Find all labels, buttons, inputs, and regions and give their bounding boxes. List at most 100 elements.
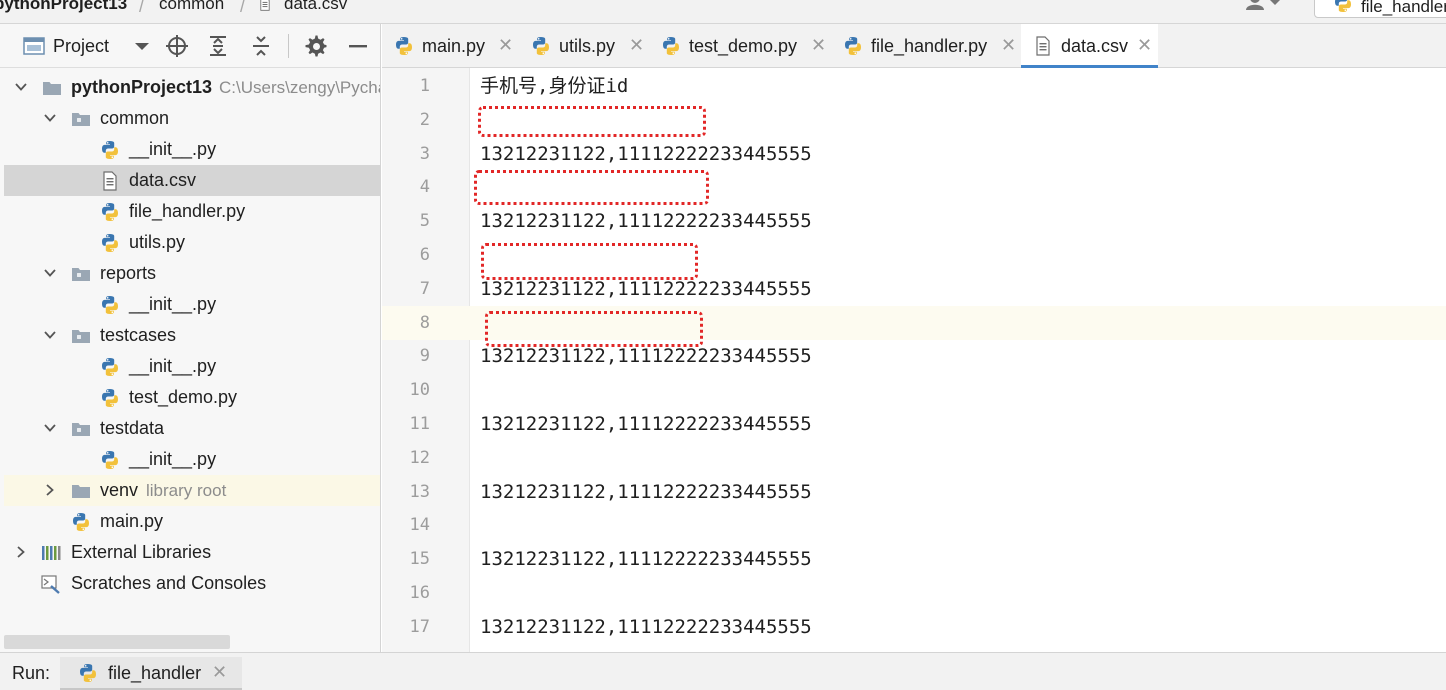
text-file-icon [1033, 36, 1053, 56]
chevron-right-icon[interactable] [14, 545, 28, 559]
chevron-down-icon[interactable] [130, 34, 154, 58]
tab-test-demo-py[interactable]: test_demo.py ✕ [649, 24, 831, 68]
line-number: 8 [382, 305, 432, 340]
code-line[interactable]: 16 [382, 576, 1446, 610]
python-icon [78, 663, 98, 683]
line-number: 7 [419, 278, 430, 299]
text-file-icon [100, 171, 120, 191]
breadcrumb-folder[interactable]: common [159, 0, 224, 14]
tab-label: data.csv [1061, 36, 1129, 56]
tree-item[interactable]: testcases [4, 320, 380, 351]
tree-item-label: testdata [100, 418, 165, 438]
line-number: 3 [419, 143, 430, 164]
line-text: 手机号,身份证id [480, 75, 629, 97]
chevron-down-icon[interactable] [43, 421, 57, 435]
chevron-down-icon[interactable] [43, 266, 57, 280]
tree-item[interactable]: External Libraries [4, 537, 380, 568]
tree-item[interactable]: file_handler.py [4, 196, 380, 227]
folder-icon [71, 326, 91, 346]
line-number: 11 [409, 414, 430, 434]
minimize-icon[interactable] [346, 34, 370, 58]
expand-all-icon[interactable] [206, 34, 230, 58]
tree-item-label: data.csv [129, 170, 197, 190]
breadcrumb-project[interactable]: pythonProject13 [0, 0, 127, 14]
tab-data-csv[interactable]: data.csv ✕ [1021, 24, 1158, 68]
tree-item[interactable]: venv library root [4, 475, 380, 506]
code-line[interactable]: 11 13212231122,11112222233445555 [382, 407, 1446, 441]
python-file-icon [100, 233, 120, 253]
tab-main-py[interactable]: main.py ✕ [382, 24, 519, 68]
code-line[interactable]: 10 [382, 373, 1446, 407]
close-icon[interactable]: ✕ [811, 35, 826, 56]
run-tool-window-bar: Run: file_handler ✕ [0, 652, 1446, 690]
python-file-icon [71, 512, 91, 532]
editor-tab-bar: main.py ✕ utils.py ✕ test_demo.py ✕ file_handl… [382, 24, 1446, 68]
close-icon[interactable]: ✕ [498, 35, 513, 56]
tab-utils-py[interactable]: utils.py ✕ [519, 24, 649, 68]
tree-item[interactable]: common [4, 103, 380, 134]
tree-item[interactable]: __init__.py [4, 444, 380, 475]
code-line[interactable]: 15 13212231122,11112222233445555 [382, 542, 1446, 576]
tree-item-label: utils.py [129, 232, 186, 252]
run-configuration-selector[interactable]: file_handler [1314, 0, 1446, 18]
project-view-title[interactable]: Project [53, 36, 109, 57]
close-icon[interactable]: ✕ [1001, 35, 1016, 56]
chevron-right-icon[interactable] [43, 483, 57, 497]
chevron-down-icon[interactable] [43, 328, 57, 342]
close-icon[interactable]: ✕ [629, 35, 644, 56]
tab-file-handler-py[interactable]: file_handler.py ✕ [831, 24, 1021, 68]
tree-item[interactable]: data.csv [4, 165, 380, 196]
code-line[interactable]: 1 手机号,身份证id [382, 69, 1446, 103]
line-number: 4 [419, 177, 430, 198]
gear-icon[interactable] [304, 34, 328, 58]
tree-item[interactable]: __init__.py [4, 351, 380, 382]
tree-item-label: reports [100, 263, 157, 283]
code-line[interactable]: 14 [382, 508, 1446, 542]
tree-item[interactable]: __init__.py [4, 134, 380, 165]
chevron-down-icon[interactable] [43, 111, 57, 125]
tree-item[interactable]: testdata [4, 413, 380, 444]
tree-item-label: __init__.py [129, 139, 217, 159]
editor[interactable]: 1 手机号,身份证id 2 3 13212231122,1111222223344555… [382, 68, 1446, 652]
tree-item[interactable]: Scratches and Consoles [4, 568, 380, 599]
tree-item-label: Scratches and Consoles [71, 573, 267, 593]
run-tab[interactable]: file_handler ✕ [60, 657, 242, 690]
breadcrumb-separator: / [240, 0, 246, 16]
tree-item[interactable]: utils.py [4, 227, 380, 258]
annotation-highlight-box [485, 311, 703, 347]
tree-item[interactable]: main.py [4, 506, 380, 537]
tree-item-label: testcases [100, 325, 177, 345]
tree-item[interactable]: __init__.py [4, 289, 380, 320]
tree-item-label: __init__.py [129, 356, 217, 376]
line-number: 5 [419, 211, 430, 232]
close-icon[interactable]: ✕ [212, 662, 227, 683]
line-number: 9 [419, 346, 430, 367]
code-line[interactable]: 3 13212231122,11112222233445555 [382, 137, 1446, 171]
folder-icon [71, 481, 91, 501]
python-file-icon [100, 450, 120, 470]
project-tool-window: Project pythonProject13 C:\Users\zengy\Py… [0, 24, 381, 652]
line-number: 1 [419, 76, 430, 96]
python-file-icon [100, 295, 120, 315]
breadcrumb-file[interactable]: data.csv [284, 0, 347, 14]
line-number: 16 [409, 583, 430, 603]
python-file-icon [100, 202, 120, 222]
tree-item-label: main.py [100, 511, 164, 531]
python-file-icon [661, 36, 681, 56]
line-number: 12 [409, 447, 430, 468]
code-line[interactable]: 17 13212231122,11112222233445555 [382, 610, 1446, 644]
code-line[interactable]: 5 13212231122,11112222233445555 [382, 204, 1446, 238]
code-line[interactable]: 12 [382, 441, 1446, 475]
chevron-down-icon[interactable] [14, 80, 28, 94]
tree-item-label: file_handler.py [129, 201, 246, 221]
tree-item[interactable]: reports [4, 258, 380, 289]
user-account-icon[interactable] [1244, 0, 1284, 12]
horizontal-scrollbar[interactable] [4, 635, 230, 649]
close-icon[interactable]: ✕ [1137, 35, 1152, 56]
locate-file-icon[interactable] [165, 34, 189, 58]
annotation-highlight-box [478, 106, 706, 137]
tree-item[interactable]: pythonProject13 C:\Users\zengy\PycharmPro… [4, 72, 380, 103]
collapse-all-icon[interactable] [249, 34, 273, 58]
tree-item[interactable]: test_demo.py [4, 382, 380, 413]
code-line[interactable]: 13 13212231122,11112222233445555 [382, 475, 1446, 509]
